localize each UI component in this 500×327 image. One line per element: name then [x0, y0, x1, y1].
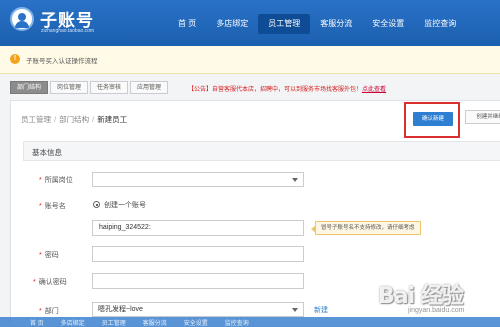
baidu-watermark: Bai 经验	[378, 284, 464, 309]
main-nav: 首 页 多店绑定 员工管理 客服分流 安全设置 监控查询	[168, 14, 466, 34]
announcement-link[interactable]: 点此查看	[362, 87, 386, 93]
create-account-label: 创建一个账号	[104, 202, 146, 209]
bottom-nav-monitor[interactable]: 监控查询	[225, 318, 249, 327]
account-name-input[interactable]: haiping_324522:	[92, 220, 304, 236]
chevron-down-icon	[292, 178, 298, 182]
tab-task-review[interactable]: 任务审核	[90, 81, 129, 94]
nav-item-monitor[interactable]: 监控查询	[414, 14, 466, 34]
bottom-nav-staff[interactable]: 员工管理	[102, 318, 126, 327]
breadcrumb: 员工管理 / 部门结构 / 新建员工	[21, 115, 128, 124]
breadcrumb-current: 新建员工	[97, 115, 128, 124]
tab-positions[interactable]: 岗位管理	[50, 81, 89, 94]
section-header: 基本信息	[23, 141, 500, 161]
notice-bar: ! 子账号买入认证操作流程	[0, 46, 500, 74]
breadcrumb-staff[interactable]: 员工管理	[21, 115, 51, 124]
create-continue-button[interactable]: 创建并继续	[465, 110, 500, 124]
position-select[interactable]	[92, 172, 304, 187]
announcement: 【公告】自营客服代本店，招聘中，可以到服务市场找客服外包！点此查看	[188, 84, 386, 93]
account-tip: 冒号子账号名不支持修改，请仔细考虑	[311, 221, 421, 235]
sub-tabs: 部门结构 岗位管理 任务审核 应用管理	[10, 81, 170, 94]
tab-dept-structure[interactable]: 部门结构	[10, 81, 49, 94]
nav-item-staff[interactable]: 员工管理	[258, 14, 311, 34]
app-subtitle: zizhanghao.taobao.com	[41, 28, 95, 34]
watermark-url: jingyan.baidu.com	[408, 307, 465, 314]
tab-app-management[interactable]: 应用管理	[130, 81, 169, 94]
confirm-password-label: * 确认密码	[33, 279, 67, 286]
user-logo-icon	[10, 7, 34, 31]
top-header: 子账号 zizhanghao.taobao.com 首 页 多店绑定 员工管理 …	[0, 0, 500, 46]
highlight-box: 确认新建	[404, 102, 460, 138]
announcement-text: 【公告】自营客服代本店，招聘中，可以到服务市场找客服外包！	[188, 87, 363, 93]
bottom-nav-service-routing[interactable]: 客服分流	[143, 318, 167, 327]
bottom-nav-multi-store[interactable]: 多店绑定	[61, 318, 85, 327]
nav-item-security[interactable]: 安全设置	[362, 14, 414, 34]
password-input[interactable]	[92, 246, 304, 262]
nav-item-service-routing[interactable]: 客服分流	[310, 14, 362, 34]
info-icon: !	[10, 54, 20, 64]
bottom-nav-overlay: 首 页 多店绑定 员工管理 客服分流 安全设置 监控查询	[0, 317, 500, 327]
bottom-nav-home[interactable]: 首 页	[30, 318, 44, 327]
chevron-down-icon	[292, 308, 298, 312]
bottom-nav-security[interactable]: 安全设置	[184, 318, 208, 327]
nav-item-multi-store[interactable]: 多店绑定	[206, 14, 258, 34]
new-department-link[interactable]: 新建	[314, 305, 328, 315]
create-account-radio[interactable]	[93, 201, 100, 208]
department-select[interactable]: 嗯孔发程~love	[92, 302, 304, 317]
department-label: * 部门	[39, 308, 59, 315]
dept-label: * 所属岗位	[39, 177, 73, 184]
confirm-create-button[interactable]: 确认新建	[413, 112, 453, 126]
confirm-password-input[interactable]	[92, 273, 304, 289]
notice-link[interactable]: 子账号买入认证操作流程	[26, 55, 98, 65]
section-title: 基本信息	[32, 148, 62, 157]
account-label: * 账号名	[39, 203, 66, 210]
nav-item-home[interactable]: 首 页	[168, 14, 206, 34]
breadcrumb-dept[interactable]: 部门结构	[59, 115, 89, 124]
password-label: * 密码	[39, 252, 59, 259]
